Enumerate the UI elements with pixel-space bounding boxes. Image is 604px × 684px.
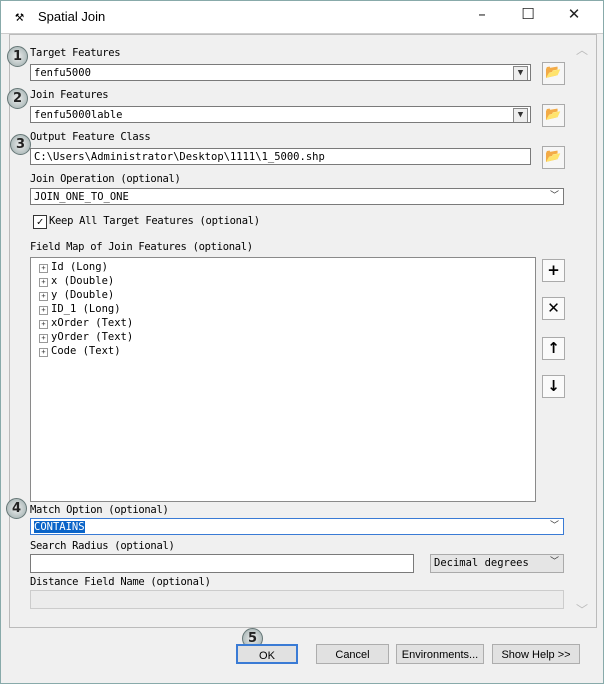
step-badge-4: 4 xyxy=(6,498,27,519)
keep-all-checkbox[interactable]: ✓ xyxy=(33,215,47,229)
field-map-list[interactable]: + Id (Long) + x (Double) + y (Double) + ID_1… xyxy=(30,257,536,502)
match-option-label: Match Option (optional) xyxy=(30,504,169,516)
step-badge-2: 2 xyxy=(7,88,28,109)
expand-icon[interactable]: + xyxy=(39,320,48,329)
field-item[interactable]: + y (Double) xyxy=(39,289,114,301)
x-icon: ✕ xyxy=(547,299,560,317)
target-features-label: Target Features xyxy=(30,47,121,59)
spatial-join-dialog: ⚒ Spatial Join – ☐ ✕ ︿ ﹀ Target Features… xyxy=(0,0,604,684)
maximize-button[interactable]: ☐ xyxy=(513,5,543,27)
expand-icon[interactable]: + xyxy=(39,264,48,273)
add-field-button[interactable]: + xyxy=(542,259,565,282)
keep-all-label: Keep All Target Features (optional) xyxy=(49,215,260,227)
chevron-down-icon: ﹀ xyxy=(549,191,559,201)
folder-icon: 📂 xyxy=(545,107,562,122)
expand-icon[interactable]: + xyxy=(39,278,48,287)
field-name: y (Double) xyxy=(51,289,115,301)
field-name: x (Double) xyxy=(51,275,115,287)
distance-field-label: Distance Field Name (optional) xyxy=(30,576,211,588)
search-radius-label: Search Radius (optional) xyxy=(30,540,175,552)
field-item[interactable]: + Code (Text) xyxy=(39,345,121,357)
expand-icon[interactable]: + xyxy=(39,334,48,343)
field-name: xOrder (Text) xyxy=(51,317,134,329)
join-operation-value: JOIN_ONE_TO_ONE xyxy=(34,191,129,203)
show-help-button[interactable]: Show Help >> xyxy=(492,644,580,664)
match-option-select[interactable]: CONTAINS ﹀ xyxy=(30,518,564,535)
window-title: Spatial Join xyxy=(38,9,106,24)
match-option-value: CONTAINS xyxy=(34,521,85,533)
folder-icon: 📂 xyxy=(545,149,562,164)
chevron-down-icon[interactable]: ▼ xyxy=(513,66,528,80)
field-name: Code (Text) xyxy=(51,345,121,357)
scroll-down-icon[interactable]: ﹀ xyxy=(576,601,588,618)
field-item[interactable]: + xOrder (Text) xyxy=(39,317,133,329)
environments-button[interactable]: Environments... xyxy=(396,644,484,664)
field-name: ID_1 (Long) xyxy=(51,303,121,315)
scroll-up-icon[interactable]: ︿ xyxy=(576,41,588,58)
chevron-down-icon[interactable]: ▼ xyxy=(513,108,528,122)
expand-icon[interactable]: + xyxy=(39,348,48,357)
minimize-button[interactable]: – xyxy=(467,5,497,27)
field-name: yOrder (Text) xyxy=(51,331,134,343)
arrow-down-icon: ↓ xyxy=(547,377,560,395)
join-operation-label: Join Operation (optional) xyxy=(30,173,181,185)
join-operation-select[interactable]: JOIN_ONE_TO_ONE ﹀ xyxy=(30,188,564,205)
step-badge-1: 1 xyxy=(7,46,28,67)
expand-icon[interactable]: + xyxy=(39,292,48,301)
chevron-down-icon: ﹀ xyxy=(549,557,559,567)
search-radius-input[interactable] xyxy=(30,554,414,573)
browse-target-button[interactable]: 📂 xyxy=(542,62,565,85)
close-button[interactable]: ✕ xyxy=(559,5,589,27)
target-features-value: fenfu5000 xyxy=(34,67,91,79)
field-map-label: Field Map of Join Features (optional) xyxy=(30,241,253,253)
output-feature-class-input[interactable]: C:\Users\Administrator\Desktop\1111\1_50… xyxy=(30,148,531,165)
join-features-label: Join Features xyxy=(30,89,109,101)
field-item[interactable]: + yOrder (Text) xyxy=(39,331,133,343)
browse-join-button[interactable]: 📂 xyxy=(542,104,565,127)
browse-output-button[interactable]: 📂 xyxy=(542,146,565,169)
radius-units-value: Decimal degrees xyxy=(434,557,529,569)
cancel-button[interactable]: Cancel xyxy=(316,644,389,664)
expand-icon[interactable]: + xyxy=(39,306,48,315)
hammer-icon: ⚒ xyxy=(15,7,25,25)
remove-field-button[interactable]: ✕ xyxy=(542,297,565,320)
plus-icon: + xyxy=(547,261,560,279)
output-feature-class-label: Output Feature Class xyxy=(30,131,151,143)
distance-field-input[interactable] xyxy=(30,590,564,609)
arrow-up-icon: ↑ xyxy=(547,339,560,357)
chevron-down-icon: ﹀ xyxy=(549,521,559,531)
target-features-combo[interactable]: fenfu5000 ▼ xyxy=(30,64,531,81)
field-item[interactable]: + Id (Long) xyxy=(39,261,108,273)
title-bar: ⚒ Spatial Join – ☐ ✕ xyxy=(1,1,603,34)
join-features-combo[interactable]: fenfu5000lable ▼ xyxy=(30,106,531,123)
folder-icon: 📂 xyxy=(545,65,562,80)
field-item[interactable]: + x (Double) xyxy=(39,275,114,287)
ok-button[interactable]: OK xyxy=(236,644,298,664)
field-item[interactable]: + ID_1 (Long) xyxy=(39,303,121,315)
field-name: Id (Long) xyxy=(51,261,108,273)
step-badge-3: 3 xyxy=(10,134,31,155)
move-up-button[interactable]: ↑ xyxy=(542,337,565,360)
radius-units-select[interactable]: Decimal degrees ﹀ xyxy=(430,554,564,573)
move-down-button[interactable]: ↓ xyxy=(542,375,565,398)
join-features-value: fenfu5000lable xyxy=(34,109,123,121)
